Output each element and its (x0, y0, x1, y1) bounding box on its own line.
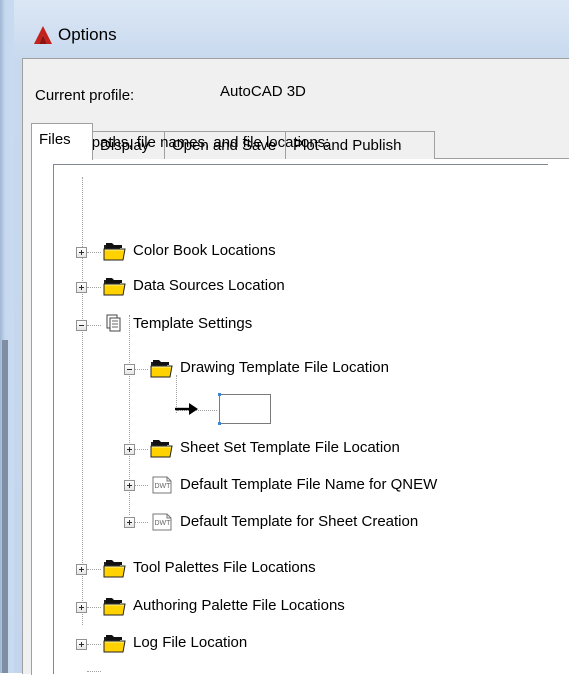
tree-item-label[interactable]: Data Sources Location (133, 277, 285, 294)
collapse-button[interactable] (76, 320, 87, 331)
tree-item-label[interactable]: Template Settings (133, 315, 252, 332)
current-profile-label: Current profile: (35, 87, 135, 104)
tree-item-label[interactable]: Default Template for Sheet Creation (180, 513, 418, 530)
expand-button[interactable] (76, 282, 87, 293)
folder-stack-icon (150, 360, 173, 378)
expand-button[interactable] (76, 602, 87, 613)
window-title: Options (58, 25, 117, 44)
tree-item-label[interactable]: Default Template File Name for QNEW (180, 476, 437, 493)
collapse-button[interactable] (124, 364, 135, 375)
tree-line (87, 607, 101, 609)
tree-item-label[interactable]: Drawing Template File Location (180, 359, 389, 376)
expand-button[interactable] (124, 444, 135, 455)
tree-line (87, 569, 101, 571)
tree-line (134, 485, 148, 487)
expand-button[interactable] (124, 517, 135, 528)
tree-line (87, 287, 101, 289)
dwt-file-icon: DWT (152, 476, 172, 494)
tree-line (87, 644, 101, 646)
dwt-file-icon: DWT (152, 513, 172, 531)
folder-stack-icon (150, 440, 173, 458)
folder-stack-icon (103, 598, 126, 616)
tree-item-label[interactable]: Log File Location (133, 634, 247, 651)
svg-text:DWT: DWT (155, 483, 172, 490)
tree-line (134, 522, 148, 524)
tab-files[interactable]: Files (31, 123, 93, 160)
documents-icon (106, 314, 121, 332)
folder-stack-icon (103, 243, 126, 261)
tree-line (87, 252, 101, 254)
folder-stack-icon (103, 635, 126, 653)
tree-line (82, 177, 84, 625)
svg-text:DWT: DWT (155, 520, 172, 527)
arrow-right-icon (175, 403, 198, 415)
tree-item-label[interactable]: Tool Palettes File Locations (133, 559, 316, 576)
expand-button[interactable] (76, 564, 87, 575)
background-window-edge (2, 340, 8, 673)
file-locations-tree[interactable]: Color Book Locations Data Sources Locati… (53, 164, 548, 674)
expand-button[interactable] (76, 639, 87, 650)
folder-stack-icon (103, 278, 126, 296)
autocad-logo-icon (34, 26, 52, 44)
folder-stack-icon (103, 560, 126, 578)
tree-line (87, 325, 101, 327)
tree-item-label[interactable]: Sheet Set Template File Location (180, 439, 400, 456)
edit-handle (218, 393, 221, 396)
tree-item-label[interactable]: Color Book Locations (133, 242, 276, 259)
tree-line (134, 369, 148, 371)
edit-handle (218, 422, 221, 425)
title-bar[interactable]: Options (14, 0, 569, 50)
current-profile-value: AutoCAD 3D (220, 83, 306, 100)
tab-files-label: Files (39, 131, 71, 148)
tree-item-label[interactable]: Authoring Palette File Locations (133, 597, 345, 614)
expand-button[interactable] (124, 480, 135, 491)
expand-button[interactable] (76, 247, 87, 258)
window-left-edge (0, 0, 14, 673)
path-edit-field[interactable] (218, 393, 271, 425)
tree-line (134, 449, 148, 451)
